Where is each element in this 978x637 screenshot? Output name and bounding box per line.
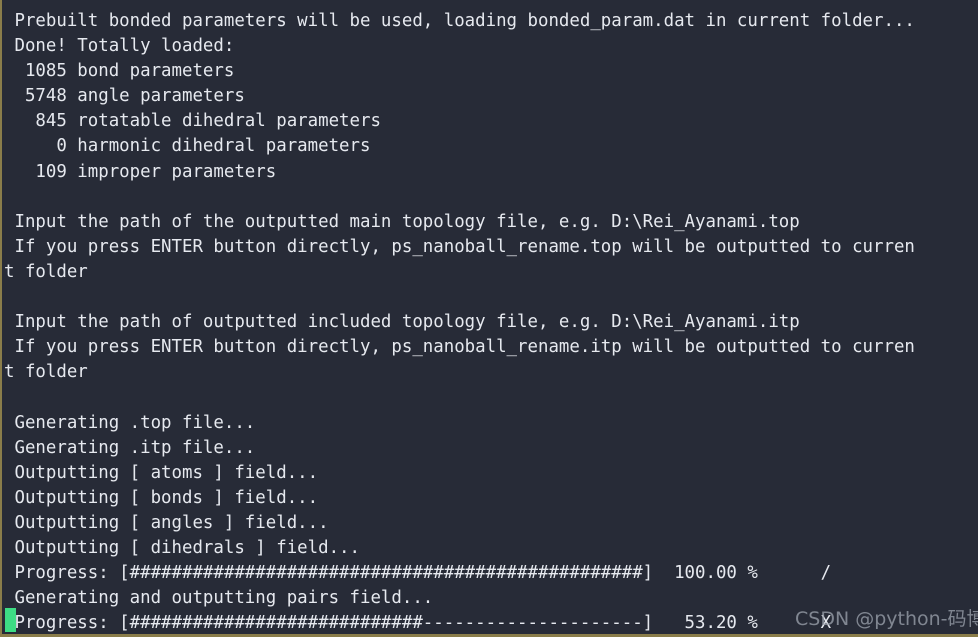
- terminal-output: Prebuilt bonded parameters will be used,…: [2, 0, 978, 634]
- terminal-line: 0 harmonic dihedral parameters: [4, 136, 371, 157]
- terminal-line: Done! Totally loaded:: [4, 36, 235, 57]
- terminal-cursor: [5, 608, 16, 632]
- terminal-line: 845 rotatable dihedral parameters: [4, 111, 381, 132]
- terminal-line: If you press ENTER button directly, ps_n…: [4, 236, 915, 257]
- terminal-line: Outputting [ atoms ] field...: [4, 462, 319, 483]
- terminal-line: 109 improper parameters: [4, 161, 277, 182]
- terminal-line: If you press ENTER button directly, ps_n…: [4, 337, 915, 358]
- terminal-line: t folder: [4, 362, 88, 383]
- terminal-window[interactable]: Prebuilt bonded parameters will be used,…: [0, 0, 978, 637]
- terminal-line: Input the path of outputted included top…: [4, 312, 800, 333]
- terminal-line: Input the path of the outputted main top…: [4, 211, 800, 232]
- terminal-line: t folder: [4, 261, 88, 282]
- terminal-line: Outputting [ angles ] field...: [4, 512, 329, 533]
- terminal-line: Generating .top file...: [4, 412, 256, 433]
- terminal-line: 1085 bond parameters: [4, 61, 235, 82]
- terminal-line: Progress: [############################-…: [4, 613, 832, 634]
- terminal-line: Progress: [#############################…: [4, 563, 832, 584]
- terminal-line: Outputting [ bonds ] field...: [4, 487, 319, 508]
- terminal-line: Generating .itp file...: [4, 437, 256, 458]
- terminal-line: Outputting [ dihedrals ] field...: [4, 537, 360, 558]
- terminal-line: Prebuilt bonded parameters will be used,…: [4, 11, 915, 31]
- terminal-line: 5748 angle parameters: [4, 86, 245, 107]
- terminal-line: Generating and outputting pairs field...: [4, 588, 434, 609]
